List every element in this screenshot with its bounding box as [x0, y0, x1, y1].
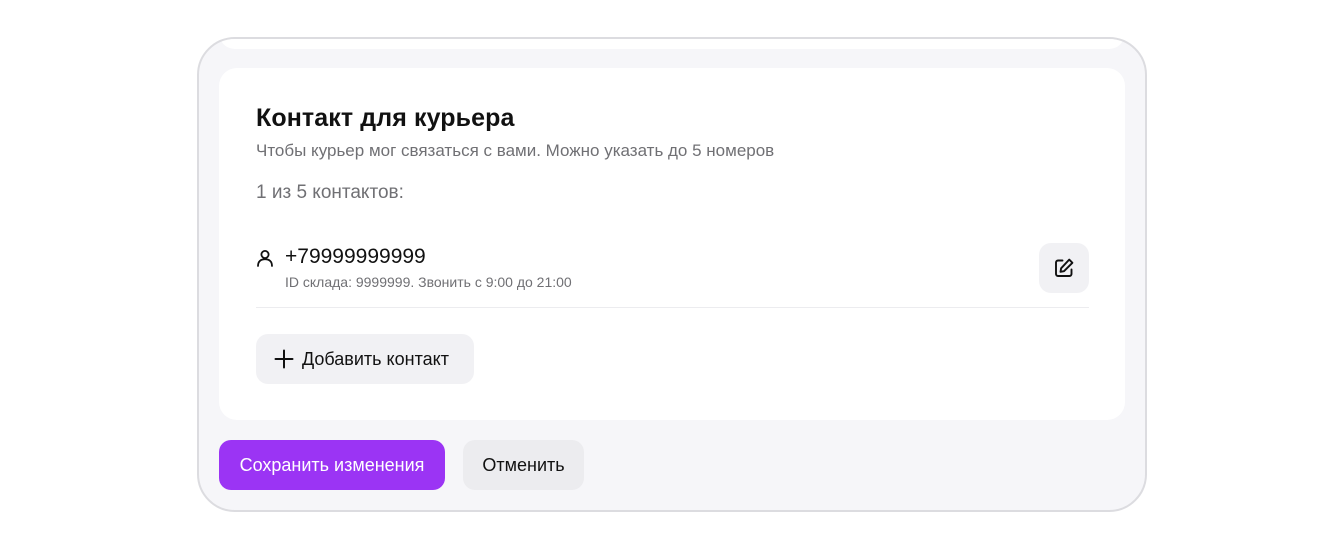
cancel-button[interactable]: Отменить: [463, 440, 584, 490]
edit-contact-button[interactable]: [1039, 243, 1089, 293]
contact-details: ID склада: 9999999. Звонить с 9:00 до 21…: [285, 274, 572, 290]
courier-contact-card: Контакт для курьера Чтобы курьер мог свя…: [219, 68, 1125, 420]
contact-phone: +79999999999: [285, 245, 426, 268]
card-title: Контакт для курьера: [256, 104, 515, 132]
plus-icon: [274, 349, 294, 369]
add-contact-button[interactable]: Добавить контакт: [256, 334, 474, 384]
contact-list-item: +79999999999 ID склада: 9999999. Звонить…: [256, 236, 1089, 308]
top-card-edge: [219, 39, 1125, 49]
person-icon: [257, 250, 273, 267]
edit-icon: [1055, 258, 1074, 277]
card-subtitle: Чтобы курьер мог связаться с вами. Можно…: [256, 141, 775, 160]
add-contact-label: Добавить контакт: [302, 348, 449, 369]
contacts-count-label: 1 из 5 контактов:: [256, 182, 404, 203]
modal-frame: Контакт для курьера Чтобы курьер мог свя…: [197, 37, 1147, 512]
save-changes-button[interactable]: Сохранить изменения: [219, 440, 445, 490]
